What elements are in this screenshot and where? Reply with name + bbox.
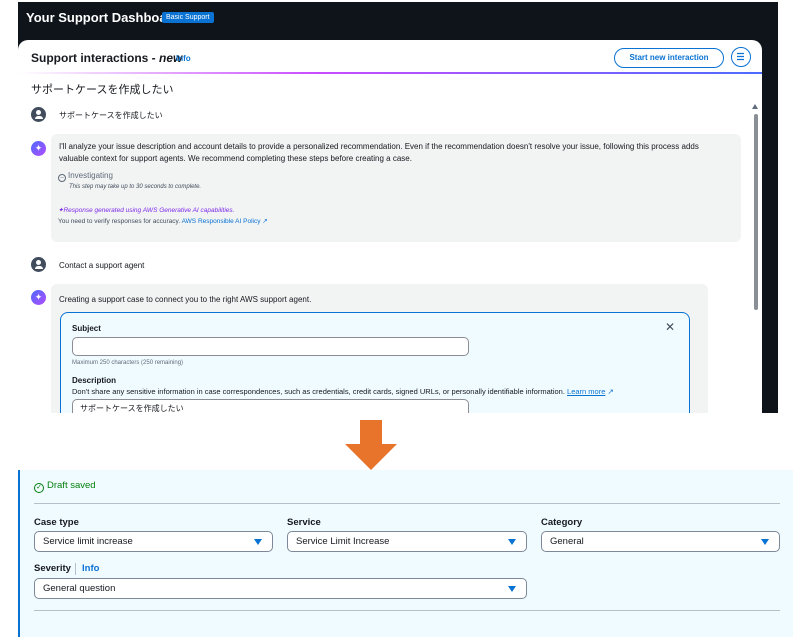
start-new-interaction-button[interactable]: Start new interaction (614, 48, 724, 68)
divider (34, 610, 780, 611)
label-separator (75, 563, 76, 575)
divider (34, 503, 780, 504)
scroll-thumb[interactable] (754, 114, 758, 310)
interaction-heading: サポートケースを作成したい (31, 84, 174, 96)
subject-char-hint: Maximum 250 characters (250 remaining) (72, 360, 184, 366)
user-message: サポートケースを作成したい (59, 111, 163, 120)
service-select[interactable]: Service Limit Increase (287, 531, 527, 552)
generative-ai-note: ✦Response generated using AWS Generative… (58, 207, 235, 214)
check-circle-icon: ✓ (34, 483, 44, 493)
subject-label: Subject (72, 324, 101, 333)
ai-response-text: Creating a support case to connect you t… (59, 295, 312, 304)
panel-title: Support interactions - new (31, 51, 183, 65)
panel-info-link[interactable]: Info (176, 54, 191, 63)
learn-more-link[interactable]: Learn more (567, 387, 605, 396)
user-avatar-icon (31, 257, 46, 272)
ai-response-text: I'll analyze your issue description and … (59, 142, 699, 163)
service-label: Service (287, 517, 321, 528)
support-dashboard-screenshot: Your Support Dashboard Basic Support Sup… (18, 2, 778, 413)
case-type-label: Case type (34, 517, 79, 528)
draft-saved-status: ✓ Draft saved (34, 480, 96, 493)
category-select[interactable]: General (541, 531, 780, 552)
panel-header: Support interactions - new Info Start ne… (18, 40, 762, 72)
ai-assistant-icon: ✦ (31, 141, 46, 156)
list-icon[interactable] (731, 47, 751, 67)
description-label: Description (72, 376, 117, 385)
scrollbar[interactable] (752, 102, 759, 413)
down-arrow-icon (345, 420, 397, 472)
case-type-select[interactable]: Service limit increase (34, 531, 273, 552)
severity-label: Severity (34, 563, 71, 574)
caret-down-icon (508, 586, 516, 592)
ai-assistant-icon: ✦ (31, 290, 46, 305)
user-avatar-icon (31, 107, 46, 122)
category-label: Category (541, 517, 583, 528)
description-input[interactable]: サポートケースを作成したい (72, 399, 469, 413)
header-divider (18, 72, 762, 74)
severity-select[interactable]: General question (34, 578, 527, 599)
case-details-screenshot: ✓ Draft saved Case type Service limit inc… (18, 470, 793, 637)
support-plan-badge: Basic Support (162, 12, 214, 23)
close-icon[interactable]: ✕ (665, 320, 675, 334)
create-case-card: Subject ✕ Maximum 250 characters (250 re… (60, 312, 690, 413)
severity-info-link[interactable]: Info (82, 563, 99, 574)
caret-down-icon (508, 539, 516, 545)
caret-down-icon (254, 539, 262, 545)
user-message: Contact a support agent (59, 261, 145, 270)
dashboard-title: Your Support Dashboard (26, 10, 180, 25)
investigating-status: – Investigating (58, 171, 113, 182)
external-link-icon: ↗ (262, 218, 268, 225)
description-help: Don't share any sensitive information in… (72, 387, 614, 396)
verify-note: You need to verify responses for accurac… (58, 218, 268, 225)
ai-response-bubble: Creating a support case to connect you t… (51, 284, 708, 413)
status-note: This step may take up to 30 seconds to c… (69, 184, 202, 190)
ai-response-bubble: I'll analyze your issue description and … (51, 134, 741, 242)
scroll-up-icon[interactable] (752, 104, 758, 109)
external-link-icon: ↗ (607, 387, 614, 396)
subject-input[interactable] (72, 337, 469, 356)
responsible-ai-policy-link[interactable]: AWS Responsible AI Policy (182, 218, 261, 225)
pending-icon: – (58, 174, 66, 182)
support-interactions-panel: Support interactions - new Info Start ne… (18, 40, 762, 413)
caret-down-icon (761, 539, 769, 545)
